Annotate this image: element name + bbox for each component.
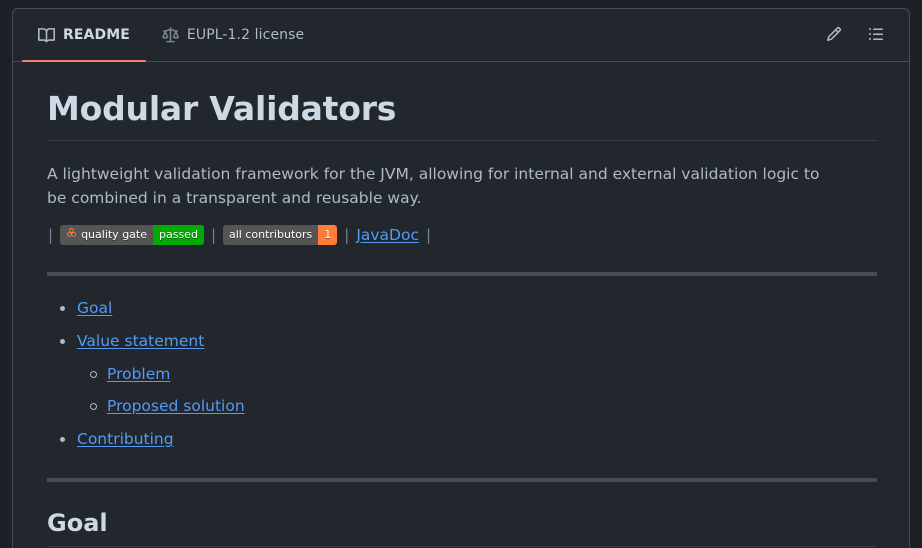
book-icon (38, 27, 55, 44)
content-divider-top (47, 272, 877, 277)
readme-viewer: README EUPL-1.2 license Modular Validato… (0, 0, 922, 548)
badge-row: | quality gate passed | all contributors… (47, 225, 877, 246)
toc-link-value-statement[interactable]: Value statement (77, 332, 204, 350)
table-of-contents-sublist: Problem Proposed solution (77, 364, 877, 418)
toc-link-contributing[interactable]: Contributing (77, 430, 174, 448)
badge-separator: | (48, 225, 54, 244)
readme-card: README EUPL-1.2 license Modular Validato… (12, 8, 910, 548)
sonarcloud-icon (66, 225, 77, 245)
badge-separator-4: | (426, 225, 432, 244)
edit-button[interactable] (821, 22, 847, 48)
pencil-icon (826, 26, 842, 45)
toc-link-proposed-solution[interactable]: Proposed solution (107, 397, 245, 415)
outline-button[interactable] (863, 22, 889, 48)
list-unordered-icon (868, 26, 884, 45)
javadoc-link[interactable]: JavaDoc (356, 227, 419, 244)
quality-gate-badge[interactable]: quality gate passed (60, 225, 204, 246)
section-heading-goal: Goal (47, 509, 877, 547)
file-tabs: README EUPL-1.2 license (22, 9, 320, 62)
list-item: Problem (90, 364, 877, 386)
all-contributors-label: all contributors (223, 225, 319, 246)
badge-separator-3: | (344, 225, 350, 244)
quality-gate-value: passed (153, 225, 204, 246)
list-item: Goal (60, 298, 877, 320)
toc-link-problem[interactable]: Problem (107, 365, 170, 383)
page-title: Modular Validators (47, 88, 877, 142)
project-description: A lightweight validation framework for t… (47, 165, 820, 208)
toc-link-goal[interactable]: Goal (77, 299, 112, 317)
list-item: Proposed solution (90, 396, 877, 418)
tab-readme-label: README (63, 27, 130, 43)
content-divider-bottom (47, 477, 877, 482)
tab-license-label: EUPL-1.2 license (186, 27, 305, 43)
quality-gate-label: quality gate (81, 228, 147, 242)
readme-content: Modular Validators A lightweight validat… (13, 62, 909, 548)
all-contributors-count: 1 (318, 225, 338, 246)
list-item: Value statement Problem Proposed solutio… (60, 331, 877, 418)
header-actions (821, 9, 899, 61)
card-header: README EUPL-1.2 license (13, 9, 909, 62)
quality-gate-badge-label-section: quality gate (60, 225, 153, 246)
table-of-contents: Goal Value statement Problem Proposed so… (47, 298, 877, 450)
tab-license[interactable]: EUPL-1.2 license (146, 9, 320, 61)
tab-readme[interactable]: README (22, 9, 146, 62)
badge-separator-2: | (210, 225, 216, 244)
section-goal: Goal (47, 509, 877, 547)
all-contributors-badge[interactable]: all contributors 1 (223, 225, 338, 246)
law-scale-icon (162, 26, 179, 44)
list-item: Contributing (60, 429, 877, 451)
